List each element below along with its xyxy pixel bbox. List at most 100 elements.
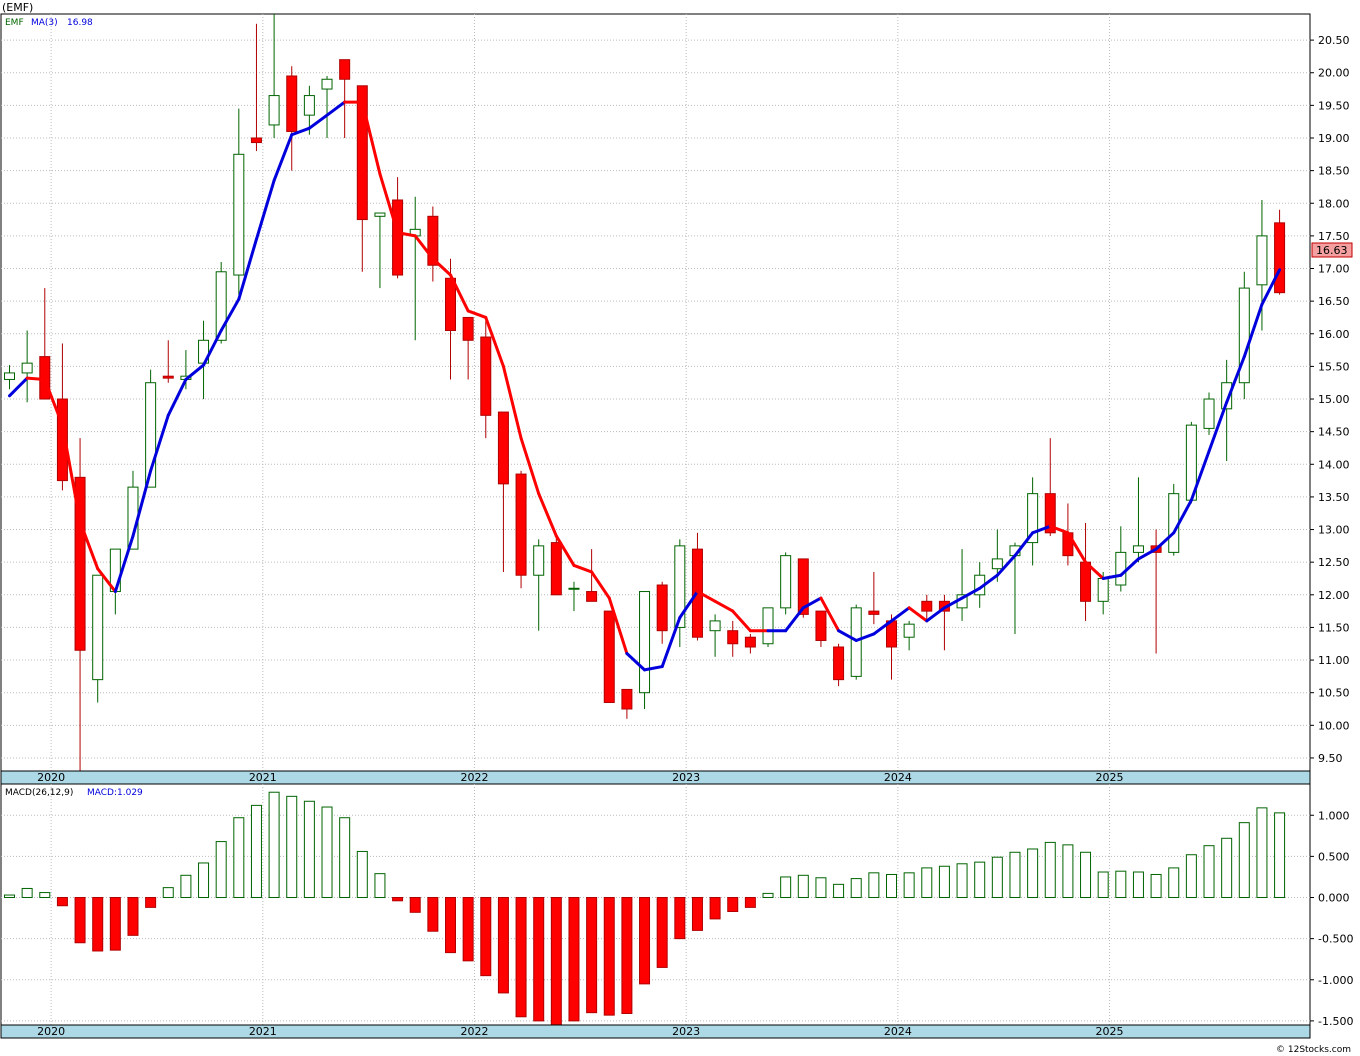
price-tick-label: 16.00 bbox=[1318, 328, 1350, 341]
macd-bar bbox=[639, 897, 651, 985]
candle-body bbox=[1115, 551, 1127, 586]
macd-bar bbox=[1027, 848, 1039, 899]
price-tick-label: 11.50 bbox=[1318, 621, 1350, 634]
year-label: 2025 bbox=[1096, 1025, 1124, 1038]
macd-bar bbox=[268, 791, 280, 899]
macd-bar bbox=[903, 872, 915, 899]
candle-body bbox=[162, 375, 174, 379]
price-tick-label: 19.50 bbox=[1318, 99, 1350, 112]
price-tick-label: 10.50 bbox=[1318, 687, 1350, 700]
macd-tick-label: -0.500 bbox=[1318, 933, 1353, 946]
candle-body bbox=[709, 620, 721, 632]
candle-body bbox=[621, 688, 633, 710]
macd-bar bbox=[339, 817, 351, 899]
macd-bar bbox=[497, 897, 509, 994]
macd-axis: -1.500 -1.000 -0.500 0.000 0.500 1.000 bbox=[1310, 809, 1353, 1028]
macd-bar bbox=[180, 874, 192, 899]
macd-bar bbox=[550, 897, 562, 1026]
candle-body bbox=[1168, 493, 1180, 553]
price-tick-label: 13.00 bbox=[1318, 524, 1350, 537]
year-label: 2021 bbox=[249, 771, 277, 784]
macd-bar bbox=[427, 897, 439, 932]
candle-body bbox=[744, 636, 756, 648]
price-tick-label: 18.00 bbox=[1318, 197, 1350, 210]
macd-bar bbox=[303, 800, 315, 899]
macd-bar bbox=[833, 883, 845, 899]
candle-body bbox=[603, 610, 615, 703]
candle-body bbox=[727, 630, 739, 645]
price-tick-label: 17.00 bbox=[1318, 263, 1350, 276]
macd-bar bbox=[1238, 822, 1250, 899]
candle-body bbox=[515, 473, 527, 576]
candle-body bbox=[92, 574, 104, 681]
macd-bar bbox=[709, 897, 721, 920]
candle-body bbox=[497, 411, 509, 485]
candle-body bbox=[4, 372, 15, 380]
candle-body bbox=[656, 584, 668, 632]
candle-body bbox=[321, 78, 333, 90]
macd-bar bbox=[1044, 841, 1056, 899]
macd-legend-value: MACD:1.029 bbox=[87, 788, 143, 798]
candle-body bbox=[533, 545, 545, 576]
year-label: 2022 bbox=[461, 1025, 489, 1038]
macd-bar bbox=[39, 892, 51, 899]
candle-body bbox=[480, 336, 492, 416]
price-tick-label: 11.00 bbox=[1318, 654, 1350, 667]
macd-bar bbox=[656, 897, 668, 968]
macd-bar bbox=[127, 897, 139, 936]
candle-body bbox=[815, 610, 827, 641]
year-label: 2020 bbox=[37, 771, 65, 784]
macd-bar bbox=[1062, 844, 1074, 899]
year-label: 2021 bbox=[249, 1025, 277, 1038]
year-label: 2022 bbox=[461, 771, 489, 784]
macd-bar bbox=[480, 897, 492, 977]
macd-bar bbox=[621, 897, 633, 1014]
candle-body bbox=[303, 95, 315, 116]
macd-bar bbox=[1115, 870, 1127, 899]
macd-bar bbox=[674, 897, 686, 940]
macd-bar bbox=[727, 897, 739, 912]
price-tick-label: 9.50 bbox=[1318, 752, 1343, 765]
year-label: 2024 bbox=[884, 771, 912, 784]
macd-bar bbox=[56, 897, 68, 907]
macd-bar bbox=[691, 897, 703, 931]
price-tick-label: 20.50 bbox=[1318, 34, 1350, 47]
year-label: 2023 bbox=[672, 771, 700, 784]
macd-tick-label: -1.000 bbox=[1318, 974, 1353, 987]
price-tick-label: 15.50 bbox=[1318, 360, 1350, 373]
macd-bar bbox=[991, 856, 1003, 899]
price-tick-label: 12.00 bbox=[1318, 589, 1350, 602]
ma3-segment bbox=[25, 376, 47, 381]
chart-title: (EMF) bbox=[2, 1, 33, 14]
macd-bar bbox=[744, 897, 756, 908]
last-price-value: 16.63 bbox=[1316, 244, 1348, 257]
macd-tick-label: 0.000 bbox=[1318, 892, 1350, 905]
price-tick-label: 19.00 bbox=[1318, 132, 1350, 145]
year-label: 2023 bbox=[672, 1025, 700, 1038]
macd-bar bbox=[956, 863, 968, 899]
candle-body bbox=[233, 153, 245, 276]
macd-bar bbox=[762, 892, 774, 899]
macd-bar bbox=[850, 878, 862, 899]
macd-bar bbox=[356, 850, 368, 899]
macd-legend-label: MACD(26,12,9) bbox=[5, 788, 73, 798]
macd-bar bbox=[233, 817, 245, 899]
candle-body bbox=[445, 277, 456, 332]
candle-body bbox=[586, 591, 598, 602]
candle-body bbox=[639, 591, 651, 694]
macd-bar bbox=[92, 897, 104, 952]
candle-body bbox=[1203, 398, 1215, 429]
price-axis: 9.50 10.00 10.50 11.00 11.50 12.00 12.50 13.00 1… bbox=[1310, 34, 1350, 765]
macd-bar bbox=[797, 874, 809, 899]
macd-bar bbox=[321, 806, 333, 899]
macd-bar bbox=[409, 897, 421, 913]
price-tick-label: 15.00 bbox=[1318, 393, 1350, 406]
price-tick-label: 17.50 bbox=[1318, 230, 1350, 243]
macd-bar bbox=[921, 867, 933, 899]
macd-bar bbox=[462, 897, 474, 962]
price-panel bbox=[0, 13, 1311, 772]
candle-body bbox=[392, 199, 404, 276]
candle-body bbox=[833, 646, 845, 681]
candle-body bbox=[1132, 545, 1144, 553]
chart-canvas: 9.50 10.00 10.50 11.00 11.50 12.00 12.50 13.00 1… bbox=[0, 1, 1353, 1055]
